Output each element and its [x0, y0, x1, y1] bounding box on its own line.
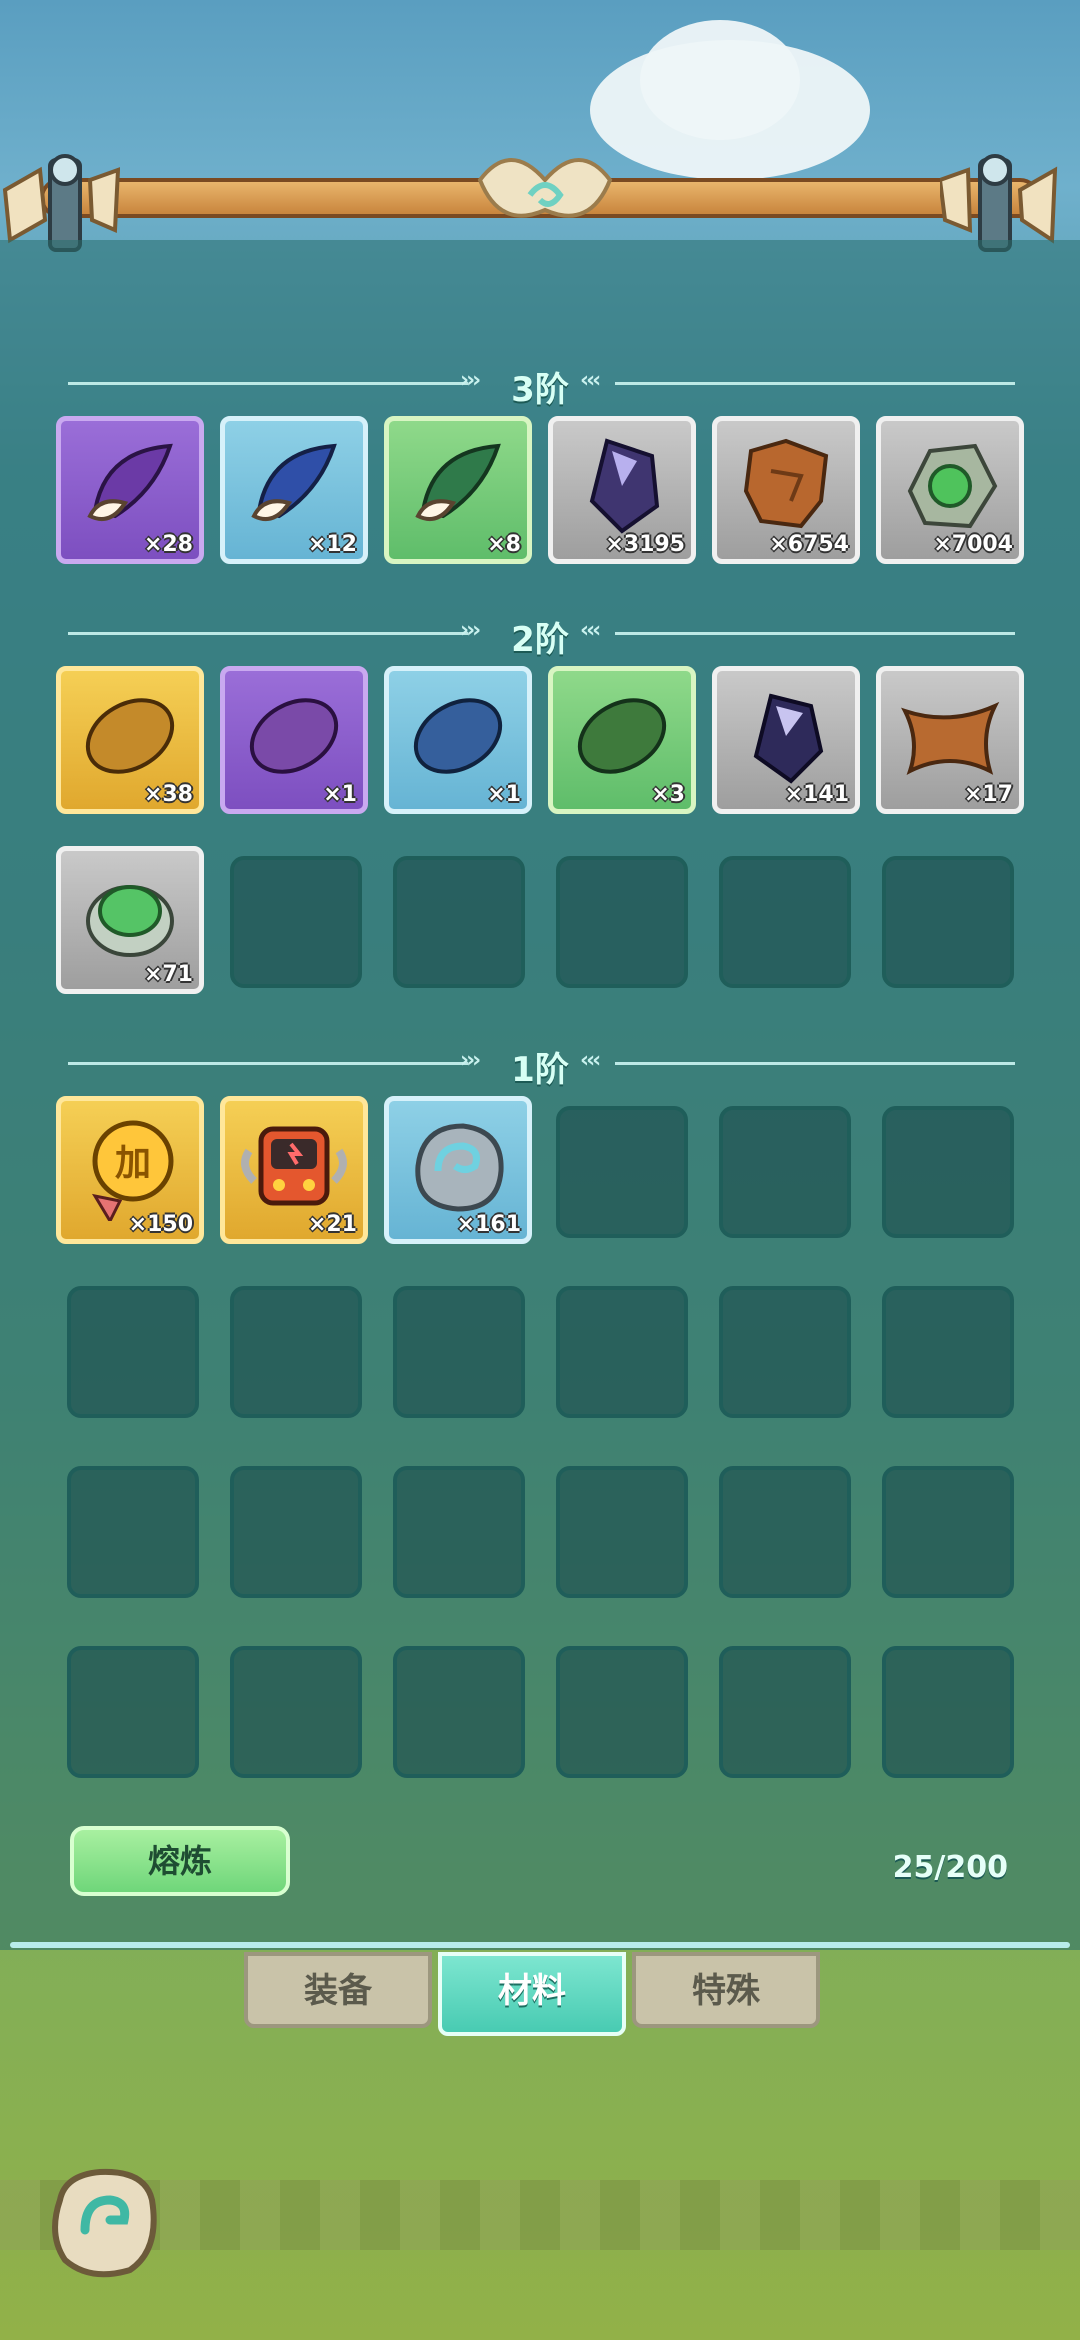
item-quantity: ×3: [651, 782, 685, 807]
empty-slot[interactable]: [230, 1646, 362, 1778]
empty-slot[interactable]: [719, 1286, 851, 1418]
blue-fur-icon: [413, 698, 503, 774]
purple-wing-icon: [87, 443, 173, 521]
item-quantity: ×7004: [933, 532, 1013, 557]
empty-slot[interactable]: [882, 856, 1014, 988]
empty-slot[interactable]: [882, 1286, 1014, 1418]
inventory-slot[interactable]: ×28: [56, 416, 204, 564]
smelt-button[interactable]: 熔炼: [70, 1826, 290, 1896]
tier-label: 1阶: [511, 1050, 569, 1090]
green-fur-icon: [577, 698, 667, 774]
blue-wing-icon: [251, 443, 337, 521]
crystal-icon: [753, 693, 824, 784]
empty-slot[interactable]: [719, 1106, 851, 1238]
tier-label: 2阶: [511, 620, 569, 660]
inventory-slot[interactable]: ×161: [384, 1096, 532, 1244]
purple-fur-icon: [249, 698, 339, 774]
item-quantity: ×28: [143, 532, 193, 557]
inventory-slot[interactable]: ×71: [56, 846, 204, 994]
inventory-slot[interactable]: ×8: [384, 416, 532, 564]
item-quantity: ×12: [307, 532, 357, 557]
item-quantity: ×141: [784, 782, 849, 807]
inventory-slot[interactable]: ×3: [548, 666, 696, 814]
empty-slot[interactable]: [719, 1466, 851, 1598]
item-quantity: ×1: [487, 782, 521, 807]
empty-slot[interactable]: [230, 856, 362, 988]
device-chip-icon: [241, 1126, 347, 1206]
back-rune-button-icon[interactable]: [40, 2160, 170, 2290]
empty-slot[interactable]: [393, 1466, 525, 1598]
empty-slot[interactable]: [719, 1646, 851, 1778]
inventory-slot[interactable]: ×1: [220, 666, 368, 814]
inventory-slot[interactable]: ×141: [712, 666, 860, 814]
empty-slot[interactable]: [393, 856, 525, 988]
brown-hide-icon: [743, 438, 829, 529]
leather-icon: [901, 701, 1000, 775]
empty-slot[interactable]: [556, 1286, 688, 1418]
item-quantity: ×17: [963, 782, 1013, 807]
tier-header-2: ››› 2阶 ‹‹‹: [60, 612, 1020, 660]
green-ore-icon: [907, 443, 998, 529]
inventory-slot[interactable]: ×17: [876, 666, 1024, 814]
capacity-counter: 25/200: [892, 1850, 1008, 1885]
tab-equipment[interactable]: 装备: [244, 1952, 432, 2028]
empty-slot[interactable]: [393, 1286, 525, 1418]
empty-slot[interactable]: [67, 1646, 199, 1778]
empty-slot[interactable]: [556, 1106, 688, 1238]
empty-slot[interactable]: [67, 1466, 199, 1598]
tier-header-1: ››› 1阶 ‹‹‹: [60, 1042, 1020, 1090]
empty-slot[interactable]: [556, 1646, 688, 1778]
inventory-slot[interactable]: ×12: [220, 416, 368, 564]
green-wing-icon: [415, 443, 501, 521]
item-quantity: ×38: [143, 782, 193, 807]
empty-slot[interactable]: [230, 1466, 362, 1598]
cloud: [640, 20, 800, 140]
inventory-slot[interactable]: ×3195: [548, 416, 696, 564]
green-stone-icon: [86, 885, 174, 957]
inventory-slot[interactable]: ×38: [56, 666, 204, 814]
item-quantity: ×161: [456, 1212, 521, 1237]
rune-stone-icon: [415, 1123, 504, 1212]
dark-crystal-icon: [589, 438, 660, 534]
inventory-slot[interactable]: ×6754: [712, 416, 860, 564]
item-quantity: ×3195: [605, 532, 685, 557]
empty-slot[interactable]: [882, 1646, 1014, 1778]
empty-slot[interactable]: [67, 1286, 199, 1418]
item-quantity: ×6754: [769, 532, 849, 557]
empty-slot[interactable]: [556, 1466, 688, 1598]
cloth-knot-icon: [477, 158, 613, 218]
empty-slot[interactable]: [393, 1646, 525, 1778]
gold-coin-medal-icon: 加: [91, 1120, 174, 1221]
tier-label: 3阶: [511, 370, 569, 410]
inventory-slot[interactable]: 加 ×150: [56, 1096, 204, 1244]
inventory-slot[interactable]: ×21: [220, 1096, 368, 1244]
item-quantity: ×71: [143, 962, 193, 987]
tab-materials[interactable]: 材料: [438, 1952, 626, 2036]
inventory-slot[interactable]: ×7004: [876, 416, 1024, 564]
empty-slot[interactable]: [230, 1286, 362, 1418]
inventory-slot[interactable]: ×1: [384, 666, 532, 814]
panel-divider: [10, 1942, 1070, 1948]
item-quantity: ×21: [307, 1212, 357, 1237]
tier-header-3: ››› 3阶 ‹‹‹: [60, 362, 1020, 410]
gold-fur-icon: [85, 698, 175, 774]
item-quantity: ×1: [323, 782, 357, 807]
empty-slot[interactable]: [556, 856, 688, 988]
tab-special[interactable]: 特殊: [632, 1952, 820, 2028]
item-quantity: ×150: [128, 1212, 193, 1237]
empty-slot[interactable]: [882, 1106, 1014, 1238]
empty-slot[interactable]: [882, 1466, 1014, 1598]
coin-glyph: 加: [115, 1143, 151, 1184]
empty-slot[interactable]: [719, 856, 851, 988]
item-quantity: ×8: [487, 532, 521, 557]
